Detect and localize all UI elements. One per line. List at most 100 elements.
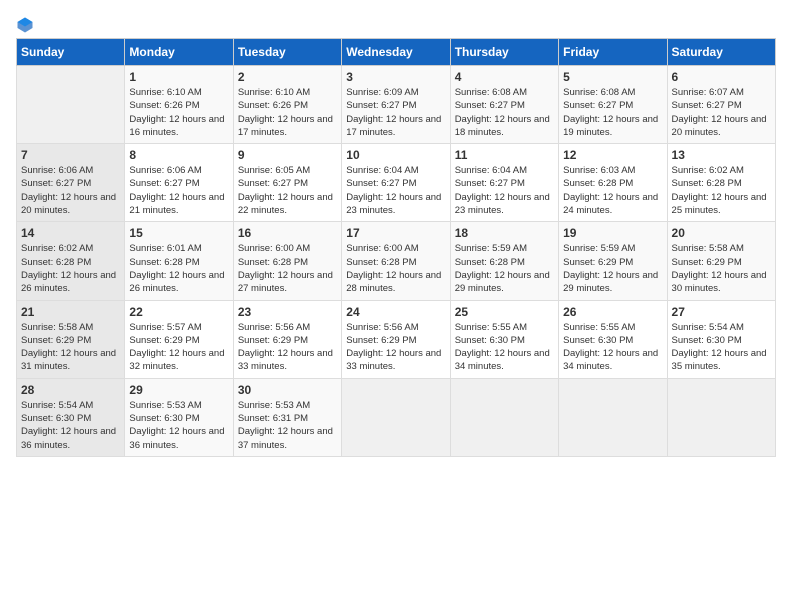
calendar-cell: 27 Sunrise: 5:54 AMSunset: 6:30 PMDaylig…: [667, 300, 775, 378]
day-number: 17: [346, 226, 445, 240]
calendar-cell: [559, 378, 667, 456]
day-number: 12: [563, 148, 662, 162]
calendar-cell: 25 Sunrise: 5:55 AMSunset: 6:30 PMDaylig…: [450, 300, 558, 378]
header-thursday: Thursday: [450, 39, 558, 66]
calendar-cell: 18 Sunrise: 5:59 AMSunset: 6:28 PMDaylig…: [450, 222, 558, 300]
day-number: 6: [672, 70, 771, 84]
header-monday: Monday: [125, 39, 233, 66]
day-number: 9: [238, 148, 337, 162]
day-number: 21: [21, 305, 120, 319]
logo: [16, 16, 38, 34]
day-number: 19: [563, 226, 662, 240]
header-tuesday: Tuesday: [233, 39, 341, 66]
day-detail: Sunrise: 6:02 AMSunset: 6:28 PMDaylight:…: [21, 242, 120, 295]
header-saturday: Saturday: [667, 39, 775, 66]
calendar-cell: 20 Sunrise: 5:58 AMSunset: 6:29 PMDaylig…: [667, 222, 775, 300]
calendar-cell: 15 Sunrise: 6:01 AMSunset: 6:28 PMDaylig…: [125, 222, 233, 300]
day-detail: Sunrise: 6:03 AMSunset: 6:28 PMDaylight:…: [563, 164, 662, 217]
day-detail: Sunrise: 6:08 AMSunset: 6:27 PMDaylight:…: [563, 86, 662, 139]
day-number: 7: [21, 148, 120, 162]
calendar-cell: 4 Sunrise: 6:08 AMSunset: 6:27 PMDayligh…: [450, 66, 558, 144]
calendar-cell: 7 Sunrise: 6:06 AMSunset: 6:27 PMDayligh…: [17, 144, 125, 222]
calendar-cell: 3 Sunrise: 6:09 AMSunset: 6:27 PMDayligh…: [342, 66, 450, 144]
calendar-cell: 24 Sunrise: 5:56 AMSunset: 6:29 PMDaylig…: [342, 300, 450, 378]
day-number: 4: [455, 70, 554, 84]
day-number: 10: [346, 148, 445, 162]
calendar-cell: [17, 66, 125, 144]
calendar-cell: 11 Sunrise: 6:04 AMSunset: 6:27 PMDaylig…: [450, 144, 558, 222]
day-detail: Sunrise: 5:59 AMSunset: 6:28 PMDaylight:…: [455, 242, 554, 295]
calendar-cell: [667, 378, 775, 456]
calendar-cell: 14 Sunrise: 6:02 AMSunset: 6:28 PMDaylig…: [17, 222, 125, 300]
header-friday: Friday: [559, 39, 667, 66]
day-number: 27: [672, 305, 771, 319]
calendar-cell: 10 Sunrise: 6:04 AMSunset: 6:27 PMDaylig…: [342, 144, 450, 222]
calendar-header-row: SundayMondayTuesdayWednesdayThursdayFrid…: [17, 39, 776, 66]
day-number: 1: [129, 70, 228, 84]
day-detail: Sunrise: 6:02 AMSunset: 6:28 PMDaylight:…: [672, 164, 771, 217]
day-number: 30: [238, 383, 337, 397]
calendar-cell: 16 Sunrise: 6:00 AMSunset: 6:28 PMDaylig…: [233, 222, 341, 300]
day-detail: Sunrise: 5:53 AMSunset: 6:31 PMDaylight:…: [238, 399, 337, 452]
day-detail: Sunrise: 6:10 AMSunset: 6:26 PMDaylight:…: [129, 86, 228, 139]
day-detail: Sunrise: 6:07 AMSunset: 6:27 PMDaylight:…: [672, 86, 771, 139]
day-number: 26: [563, 305, 662, 319]
calendar-table: SundayMondayTuesdayWednesdayThursdayFrid…: [16, 38, 776, 457]
week-row-1: 7 Sunrise: 6:06 AMSunset: 6:27 PMDayligh…: [17, 144, 776, 222]
day-detail: Sunrise: 6:10 AMSunset: 6:26 PMDaylight:…: [238, 86, 337, 139]
calendar-cell: 17 Sunrise: 6:00 AMSunset: 6:28 PMDaylig…: [342, 222, 450, 300]
day-detail: Sunrise: 5:59 AMSunset: 6:29 PMDaylight:…: [563, 242, 662, 295]
day-number: 13: [672, 148, 771, 162]
day-detail: Sunrise: 5:54 AMSunset: 6:30 PMDaylight:…: [672, 321, 771, 374]
day-number: 14: [21, 226, 120, 240]
day-number: 8: [129, 148, 228, 162]
day-detail: Sunrise: 6:01 AMSunset: 6:28 PMDaylight:…: [129, 242, 228, 295]
day-number: 2: [238, 70, 337, 84]
day-number: 11: [455, 148, 554, 162]
calendar-cell: 2 Sunrise: 6:10 AMSunset: 6:26 PMDayligh…: [233, 66, 341, 144]
calendar-cell: 23 Sunrise: 5:56 AMSunset: 6:29 PMDaylig…: [233, 300, 341, 378]
calendar-body: 1 Sunrise: 6:10 AMSunset: 6:26 PMDayligh…: [17, 66, 776, 457]
day-detail: Sunrise: 5:55 AMSunset: 6:30 PMDaylight:…: [455, 321, 554, 374]
day-detail: Sunrise: 6:06 AMSunset: 6:27 PMDaylight:…: [129, 164, 228, 217]
header-wednesday: Wednesday: [342, 39, 450, 66]
day-number: 22: [129, 305, 228, 319]
day-number: 16: [238, 226, 337, 240]
day-number: 5: [563, 70, 662, 84]
day-number: 28: [21, 383, 120, 397]
day-detail: Sunrise: 6:05 AMSunset: 6:27 PMDaylight:…: [238, 164, 337, 217]
calendar-cell: 28 Sunrise: 5:54 AMSunset: 6:30 PMDaylig…: [17, 378, 125, 456]
day-detail: Sunrise: 6:06 AMSunset: 6:27 PMDaylight:…: [21, 164, 120, 217]
calendar-cell: 26 Sunrise: 5:55 AMSunset: 6:30 PMDaylig…: [559, 300, 667, 378]
header-sunday: Sunday: [17, 39, 125, 66]
day-number: 29: [129, 383, 228, 397]
logo-icon: [16, 16, 34, 34]
calendar-cell: [450, 378, 558, 456]
week-row-2: 14 Sunrise: 6:02 AMSunset: 6:28 PMDaylig…: [17, 222, 776, 300]
day-detail: Sunrise: 5:57 AMSunset: 6:29 PMDaylight:…: [129, 321, 228, 374]
day-detail: Sunrise: 6:00 AMSunset: 6:28 PMDaylight:…: [238, 242, 337, 295]
day-number: 20: [672, 226, 771, 240]
day-detail: Sunrise: 6:08 AMSunset: 6:27 PMDaylight:…: [455, 86, 554, 139]
calendar-cell: 30 Sunrise: 5:53 AMSunset: 6:31 PMDaylig…: [233, 378, 341, 456]
calendar-cell: [342, 378, 450, 456]
calendar-cell: 1 Sunrise: 6:10 AMSunset: 6:26 PMDayligh…: [125, 66, 233, 144]
day-detail: Sunrise: 6:00 AMSunset: 6:28 PMDaylight:…: [346, 242, 445, 295]
day-detail: Sunrise: 5:55 AMSunset: 6:30 PMDaylight:…: [563, 321, 662, 374]
day-detail: Sunrise: 5:58 AMSunset: 6:29 PMDaylight:…: [672, 242, 771, 295]
calendar-cell: 12 Sunrise: 6:03 AMSunset: 6:28 PMDaylig…: [559, 144, 667, 222]
page-header: [16, 16, 776, 34]
day-detail: Sunrise: 5:56 AMSunset: 6:29 PMDaylight:…: [238, 321, 337, 374]
calendar-cell: 19 Sunrise: 5:59 AMSunset: 6:29 PMDaylig…: [559, 222, 667, 300]
day-detail: Sunrise: 5:53 AMSunset: 6:30 PMDaylight:…: [129, 399, 228, 452]
calendar-cell: 6 Sunrise: 6:07 AMSunset: 6:27 PMDayligh…: [667, 66, 775, 144]
day-number: 18: [455, 226, 554, 240]
day-detail: Sunrise: 5:58 AMSunset: 6:29 PMDaylight:…: [21, 321, 120, 374]
calendar-cell: 29 Sunrise: 5:53 AMSunset: 6:30 PMDaylig…: [125, 378, 233, 456]
day-number: 3: [346, 70, 445, 84]
calendar-cell: 21 Sunrise: 5:58 AMSunset: 6:29 PMDaylig…: [17, 300, 125, 378]
day-detail: Sunrise: 5:56 AMSunset: 6:29 PMDaylight:…: [346, 321, 445, 374]
week-row-0: 1 Sunrise: 6:10 AMSunset: 6:26 PMDayligh…: [17, 66, 776, 144]
day-detail: Sunrise: 5:54 AMSunset: 6:30 PMDaylight:…: [21, 399, 120, 452]
day-detail: Sunrise: 6:04 AMSunset: 6:27 PMDaylight:…: [346, 164, 445, 217]
